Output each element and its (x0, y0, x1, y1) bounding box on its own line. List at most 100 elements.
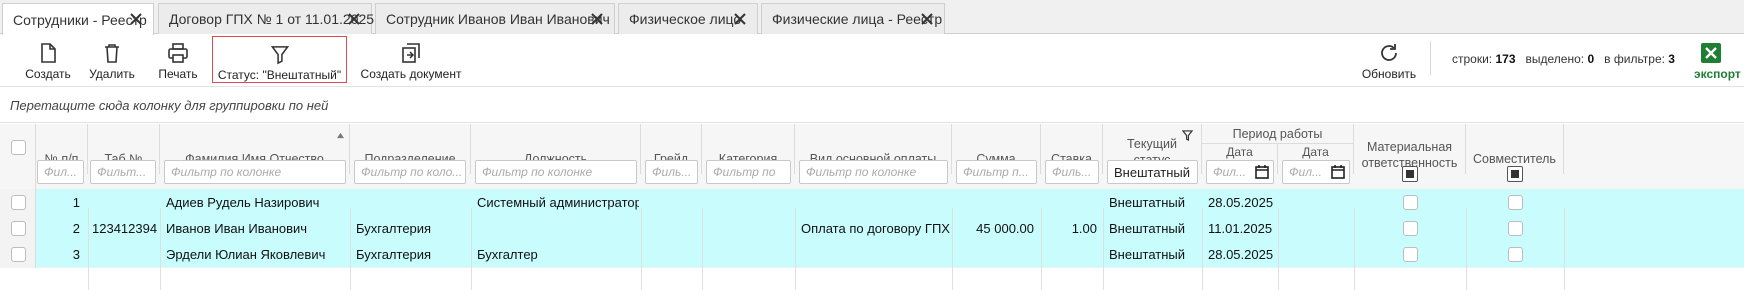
column-divider (88, 208, 89, 290)
column-divider (350, 208, 351, 290)
cell-hire-date: 28.05.2025 (1208, 195, 1274, 210)
tab-individuals-registry[interactable]: Физические лица - Реестр (761, 3, 945, 34)
print-button[interactable]: Печать (149, 35, 207, 87)
cell-material-checkbox[interactable] (1403, 247, 1418, 262)
tab-gph-contract[interactable]: Договор ГПХ № 1 от 11.01.2025 (158, 3, 375, 34)
tab-employee-card[interactable]: Сотрудник Иванов Иван Иванович (375, 3, 615, 34)
filter-fio[interactable]: Фильтр по колонке (164, 160, 346, 184)
cell-sum (952, 189, 1034, 216)
row-checkbox[interactable] (11, 221, 26, 236)
create-document-button[interactable]: Создать документ (358, 35, 464, 87)
filter-category[interactable]: Фильтр по (706, 160, 791, 184)
filter-tab-num[interactable]: Фильт... (90, 160, 156, 184)
cell-tab-num (92, 241, 158, 268)
row-select-cell (0, 241, 36, 268)
table-row[interactable]: 3 Эрдели Юлиан Яковлевич Бухгалтерия Бух… (0, 241, 1744, 268)
column-divider (641, 208, 642, 290)
status-filter-button[interactable]: Статус: "Внештатный" (212, 36, 347, 83)
create-button[interactable]: Создать (18, 35, 78, 87)
row-select-cell (0, 189, 36, 216)
funnel-icon (270, 46, 289, 65)
close-icon[interactable] (733, 12, 747, 26)
tab-bar: Сотрудники - Реестр Договор ГПХ № 1 от 1… (0, 0, 1744, 35)
row-checkbox[interactable] (11, 247, 26, 262)
col-period-title: Период работы (1232, 126, 1323, 141)
column-divider (1278, 208, 1279, 290)
cell-num: 2 (72, 221, 80, 236)
delete-button-label: Удалить (89, 67, 135, 81)
cell-combiner-checkbox[interactable] (1508, 221, 1523, 236)
column-divider (160, 208, 161, 290)
selected-count-value: 0 (1587, 52, 1595, 66)
refresh-button[interactable]: Обновить (1358, 35, 1420, 87)
select-all-checkbox[interactable] (11, 140, 26, 155)
cell-fio: Эрдели Юлиан Яковлевич (166, 247, 326, 262)
print-button-label: Печать (158, 67, 198, 81)
cell-position: Системный администратор (477, 195, 639, 210)
filter-rate[interactable]: Филь... (1045, 160, 1099, 184)
column-divider (702, 208, 703, 290)
cell-combiner-checkbox[interactable] (1508, 195, 1523, 210)
cell-tab-num: 123412394 (92, 221, 158, 236)
filter-department[interactable]: Фильтр по коло... (354, 160, 466, 184)
cell-sum: 45 000.00 (976, 221, 1034, 236)
printer-icon (168, 43, 188, 63)
column-divider (1354, 208, 1355, 290)
filter-status[interactable]: Внештатный (1107, 160, 1198, 184)
filter-material-checkbox[interactable] (1402, 166, 1418, 182)
cell-pay-type: Оплата по договору ГПХ (801, 221, 950, 236)
cell-tab-num (92, 189, 158, 216)
filtered-count-label: в фильтре: (1604, 52, 1665, 66)
tab-label: Физические лица - Реестр (772, 11, 943, 27)
filter-sum[interactable]: Фильтр п... (956, 160, 1037, 184)
cell-status: Внештатный (1109, 247, 1186, 262)
group-by-hint: Перетащите сюда колонку для группировки … (10, 98, 329, 113)
cell-rate (1041, 241, 1097, 268)
employees-grid: № п/п Таб.№ Фамилия Имя Отчество Подразд… (0, 124, 1744, 290)
tab-label: Договор ГПХ № 1 от 11.01.2025 (169, 11, 375, 27)
filter-hire-date[interactable]: Фил... (1206, 160, 1274, 184)
table-row[interactable]: 1 Адиев Рудель Назирович Системный админ… (0, 189, 1744, 216)
rows-count-label: строки: (1452, 52, 1493, 66)
filtered-count-value: 3 (1668, 52, 1675, 66)
close-icon[interactable] (347, 12, 361, 26)
cell-fio: Адиев Рудель Назирович (166, 195, 320, 210)
cell-department (356, 189, 468, 216)
close-icon[interactable] (590, 12, 604, 26)
create-document-icon (402, 43, 420, 63)
filter-hire-date-text: Фил... (1213, 165, 1246, 179)
calendar-icon[interactable] (1331, 165, 1345, 179)
row-counters: строки: 173 выделено: 0 в фильтре: 3 (1452, 52, 1675, 66)
tab-individual[interactable]: Физическое лицо (618, 3, 758, 34)
selected-count-label: выделено: (1525, 52, 1585, 66)
sort-ascending-icon (337, 132, 344, 139)
group-by-panel[interactable]: Перетащите сюда колонку для группировки … (0, 88, 1744, 123)
cell-material-checkbox[interactable] (1403, 221, 1418, 236)
cell-position (477, 215, 639, 242)
cell-fio: Иванов Иван Иванович (166, 221, 308, 236)
column-divider (1202, 208, 1203, 290)
cell-combiner-checkbox[interactable] (1508, 247, 1523, 262)
column-filter-active-icon[interactable] (1182, 130, 1193, 141)
close-icon[interactable] (920, 12, 934, 26)
filter-pay-type[interactable]: Фильтр по колонке (799, 160, 948, 184)
column-divider (1103, 208, 1104, 290)
close-icon[interactable] (129, 12, 143, 26)
row-select-cell (0, 215, 36, 242)
calendar-icon[interactable] (1255, 165, 1269, 179)
column-divider (1041, 208, 1042, 290)
filter-fire-date-text: Фил... (1289, 165, 1322, 179)
row-checkbox[interactable] (11, 195, 26, 210)
refresh-label: Обновить (1361, 67, 1417, 81)
filter-grade[interactable]: Филь... (645, 160, 698, 184)
cell-pay-type (801, 241, 950, 268)
filter-combiner-checkbox[interactable] (1507, 166, 1523, 182)
export-excel-button[interactable]: экспорт (1694, 35, 1744, 87)
cell-material-checkbox[interactable] (1403, 195, 1418, 210)
filter-position[interactable]: Фильтр по колонке (475, 160, 637, 184)
table-row[interactable]: 2 123412394 Иванов Иван Иванович Бухгалт… (0, 215, 1744, 242)
delete-button[interactable]: Удалить (82, 35, 142, 87)
filter-num[interactable]: Фил... (37, 160, 84, 184)
filter-fire-date[interactable]: Фил... (1282, 160, 1350, 184)
tab-employees-registry[interactable]: Сотрудники - Реестр (2, 3, 154, 35)
